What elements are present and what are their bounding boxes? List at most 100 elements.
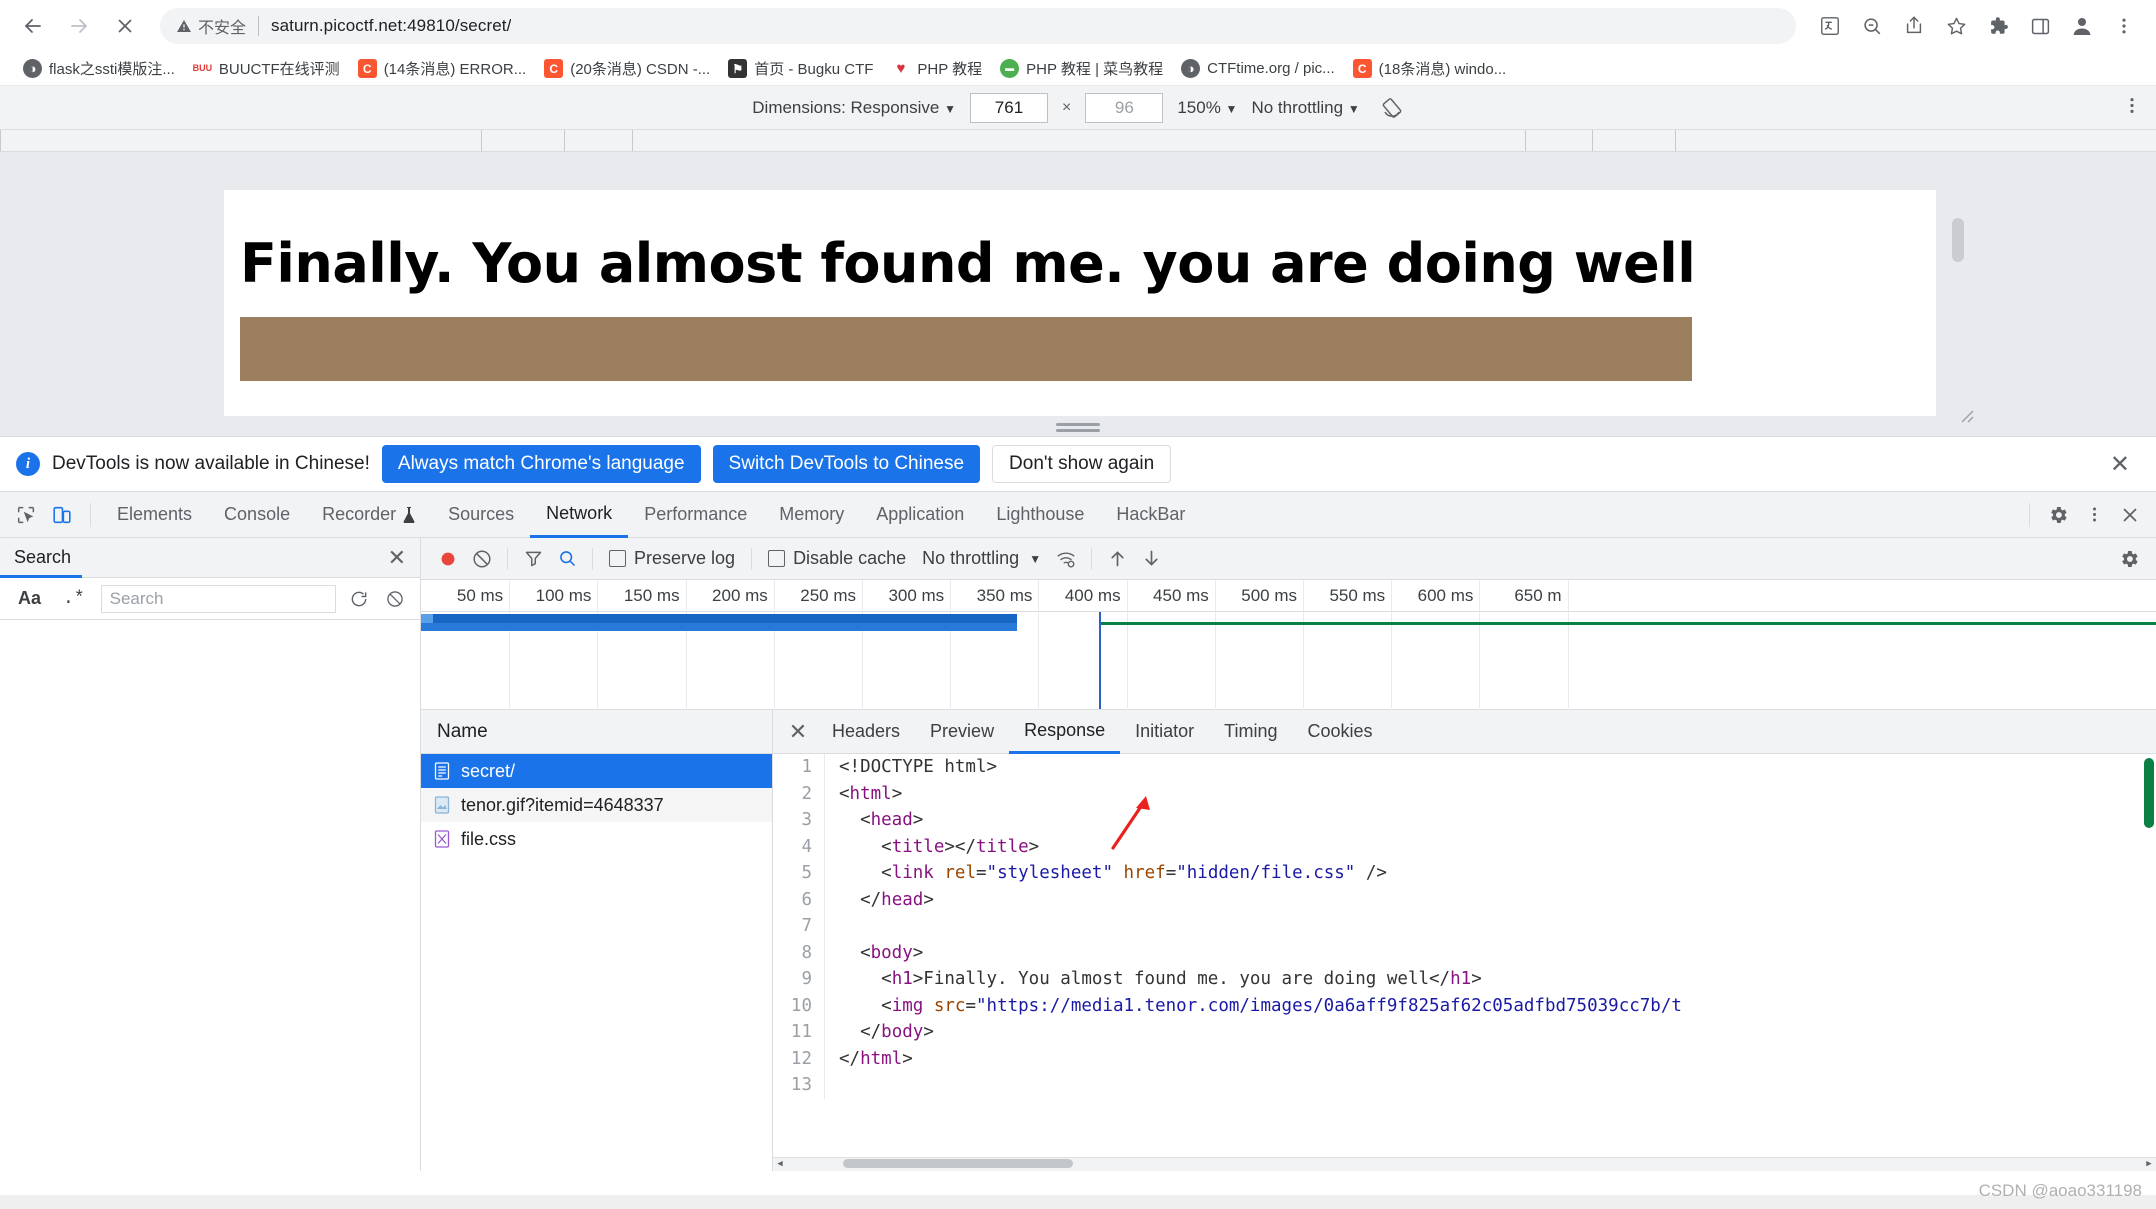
viewport-resize-handle[interactable] (1056, 423, 1100, 432)
extensions-puzzle-icon[interactable] (1978, 6, 2018, 46)
bookmark-item[interactable]: ▬ PHP 教程 | 菜鸟教程 (991, 54, 1172, 83)
bookmark-item[interactable]: C (20条消息) CSDN -... (535, 54, 719, 83)
profile-avatar-icon[interactable] (2062, 6, 2102, 46)
tab-network[interactable]: Network (530, 492, 629, 538)
share-icon[interactable] (1894, 6, 1934, 46)
back-arrow-icon[interactable] (12, 5, 54, 47)
detail-tab-preview[interactable]: Preview (915, 710, 1009, 754)
regex-toggle[interactable]: .* (57, 589, 91, 609)
bookmark-item[interactable]: ◑ flask之ssti模版注... (14, 54, 184, 83)
tab-application[interactable]: Application (860, 492, 980, 538)
download-arrow-icon[interactable] (1134, 542, 1168, 576)
search-drawer-close-icon[interactable]: ✕ (388, 545, 406, 571)
scroll-left-arrow-icon[interactable]: ◀ (773, 1157, 787, 1171)
request-name: secret/ (461, 760, 516, 781)
rotate-device-icon[interactable] (1380, 96, 1404, 120)
disable-cache-label: Disable cache (793, 548, 907, 568)
dimensions-dropdown[interactable]: Dimensions: Responsive ▼ (752, 98, 956, 118)
record-circle-icon[interactable] (431, 542, 465, 576)
scroll-right-arrow-icon[interactable]: ▶ (2142, 1157, 2156, 1171)
tab-sources[interactable]: Sources (432, 492, 530, 538)
search-input[interactable]: Search (100, 584, 336, 613)
viewport-corner-resize-icon[interactable] (1956, 405, 1974, 428)
stop-loading-icon[interactable] (104, 5, 146, 47)
code-line: 6 </head> (773, 886, 2156, 913)
throttling-dropdown[interactable]: No throttling ▼ (1251, 98, 1359, 118)
bookmark-item[interactable]: BUU BUUCTF在线评测 (184, 54, 349, 83)
detail-tab-timing[interactable]: Timing (1209, 710, 1292, 754)
tab-performance[interactable]: Performance (628, 492, 763, 538)
response-body-code[interactable]: 1 <!DOCTYPE html> 2 <html> 3 <head> 4 <title>… (773, 754, 2156, 1171)
preserve-log-label: Preserve log (634, 548, 736, 568)
bookmark-item[interactable]: C (18条消息) windo... (1344, 54, 1516, 83)
network-throttling-dropdown[interactable]: No throttling ▼ (914, 548, 1049, 569)
omnibox[interactable]: 不安全 saturn.picoctf.net:49810/secret/ (160, 8, 1796, 44)
network-settings-gear-icon[interactable] (2112, 542, 2146, 576)
banner-close-icon[interactable]: ✕ (2100, 450, 2140, 479)
bookmark-item[interactable]: C (14条消息) ERROR... (349, 54, 536, 83)
code-vertical-scrollbar[interactable] (2144, 758, 2154, 828)
chrome-menu-icon[interactable] (2104, 6, 2144, 46)
disable-cache-checkbox[interactable]: Disable cache (760, 548, 914, 569)
search-icon[interactable] (550, 542, 584, 576)
filter-funnel-icon[interactable] (516, 542, 550, 576)
match-case-toggle[interactable]: Aa (12, 588, 47, 609)
viewport-width-input[interactable]: 761 (969, 92, 1048, 123)
timeline-tick-label: 500 ms (1241, 586, 1297, 605)
network-timeline-overview[interactable]: 50 ms 100 ms 150 ms 200 ms 250 ms 300 ms 350 m… (421, 580, 2156, 710)
bookmark-item[interactable]: ♥ PHP 教程 (882, 54, 991, 83)
bookmark-item[interactable]: ⚑ 首页 - Bugku CTF (719, 54, 882, 83)
detail-tab-cookies[interactable]: Cookies (1293, 710, 1388, 754)
bookmark-item[interactable]: ◑ CTFtime.org / pic... (1172, 55, 1344, 82)
dont-show-again-button[interactable]: Don't show again (992, 445, 1172, 483)
request-row[interactable]: file.css (421, 822, 772, 856)
viewport-scrollbar[interactable] (1952, 218, 1964, 262)
translate-icon[interactable] (1810, 6, 1850, 46)
request-row[interactable]: secret/ (421, 754, 772, 788)
code-line-content: <link rel="stylesheet" href="hidden/file… (839, 863, 1387, 883)
tab-recorder[interactable]: Recorder (306, 492, 432, 538)
toolbar-divider-2 (592, 547, 593, 570)
code-line: 2 <html> (773, 780, 2156, 807)
device-toolbar-more-icon[interactable] (2122, 95, 2142, 120)
tab-label: Sources (448, 504, 515, 524)
forward-arrow-icon[interactable] (58, 5, 100, 47)
devtools-more-icon[interactable] (2076, 497, 2112, 533)
detail-tab-response[interactable]: Response (1009, 710, 1121, 754)
bookmark-star-icon[interactable] (1936, 6, 1976, 46)
code-horizontal-scrollbar[interactable] (843, 1159, 1073, 1168)
zoom-dropdown[interactable]: 150% ▼ (1177, 98, 1237, 118)
switch-to-chinese-button[interactable]: Switch DevTools to Chinese (712, 445, 981, 483)
upload-arrow-icon[interactable] (1100, 542, 1134, 576)
dimensions-label: Dimensions: Responsive (752, 97, 940, 117)
bookmark-label: flask之ssti模版注... (49, 61, 175, 78)
always-match-language-button[interactable]: Always match Chrome's language (381, 445, 701, 483)
zoom-icon[interactable] (1852, 6, 1892, 46)
clear-circle-icon[interactable] (465, 542, 499, 576)
request-list-header[interactable]: Name (421, 710, 772, 754)
code-line-content: </html> (839, 1048, 913, 1069)
security-warning[interactable]: 不安全 (176, 14, 246, 38)
tab-memory[interactable]: Memory (763, 492, 860, 538)
omnibox-divider (258, 16, 260, 36)
tab-lighthouse[interactable]: Lighthouse (980, 492, 1100, 538)
tab-console[interactable]: Console (208, 492, 306, 538)
network-conditions-icon[interactable] (1049, 542, 1083, 576)
request-row[interactable]: tenor.gif?itemid=4648337 (421, 788, 772, 822)
viewport-height-input[interactable]: 96 (1085, 92, 1164, 123)
device-toolbar-icon[interactable] (44, 497, 80, 533)
detail-tab-initiator[interactable]: Initiator (1120, 710, 1209, 754)
code-line-content: <html> (839, 783, 903, 804)
request-detail-pane: ✕ Headers Preview Response Initiator Timing C… (773, 710, 2156, 1171)
tab-hackbar[interactable]: HackBar (1100, 492, 1201, 538)
inspect-element-icon[interactable] (8, 497, 44, 533)
side-panel-icon[interactable] (2020, 6, 2060, 46)
devtools-close-icon[interactable] (2112, 497, 2148, 533)
detail-close-icon[interactable]: ✕ (779, 713, 817, 751)
detail-tab-headers[interactable]: Headers (817, 710, 915, 754)
settings-gear-icon[interactable] (2040, 497, 2076, 533)
preserve-log-checkbox[interactable]: Preserve log (601, 548, 743, 569)
tab-elements[interactable]: Elements (101, 492, 208, 538)
clear-search-icon[interactable] (382, 586, 408, 612)
refresh-icon[interactable] (346, 586, 372, 612)
